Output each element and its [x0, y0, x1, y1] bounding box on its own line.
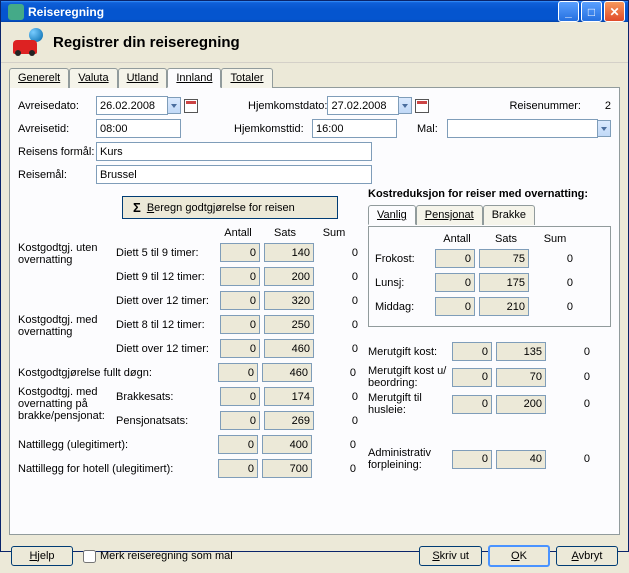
lunsj-antall[interactable] — [435, 273, 475, 292]
hjemkomsttid-label: Hjemkomsttid: — [234, 123, 312, 135]
r7-antall[interactable] — [220, 387, 260, 406]
tab-vanlig[interactable]: Vanlig — [368, 205, 416, 225]
tab-brakke[interactable]: Brakke — [483, 205, 535, 225]
r10-antall[interactable] — [218, 459, 258, 478]
r9-sats[interactable] — [262, 435, 312, 454]
reisenummer-label: Reisenummer: — [509, 100, 581, 112]
calendar-icon[interactable] — [415, 99, 429, 113]
kostreduksjon-title: Kostreduksjon for reiser med overnatting… — [368, 188, 611, 200]
m2-sats[interactable] — [496, 368, 546, 387]
tab-generelt[interactable]: Generelt — [9, 68, 69, 88]
r3-sats[interactable] — [264, 291, 314, 310]
avreisetid-label: Avreisetid: — [18, 123, 96, 135]
header-icon — [11, 28, 43, 56]
r1-sats[interactable] — [264, 243, 314, 262]
mal-label: Mal: — [417, 123, 447, 135]
tab-innland[interactable]: Innland — [167, 68, 221, 88]
calendar-icon[interactable] — [184, 99, 198, 113]
r1-antall[interactable] — [220, 243, 260, 262]
sigma-icon: Σ — [133, 200, 141, 215]
tab-pensjonat[interactable]: Pensjonat — [416, 205, 483, 225]
avreisedato-dropdown[interactable] — [168, 97, 181, 114]
m4-antall[interactable] — [452, 450, 492, 469]
reisenummer-value: 2 — [581, 100, 611, 112]
r5-antall[interactable] — [220, 339, 260, 358]
r7-sats[interactable] — [264, 387, 314, 406]
frokost-sats[interactable] — [479, 249, 529, 268]
m1-antall[interactable] — [452, 342, 492, 361]
reisemal-input[interactable] — [96, 165, 372, 184]
hjemkomsttid-input[interactable] — [312, 119, 397, 138]
grp3-label: Kostgodtgj. med overnatting på brakke/pe… — [18, 386, 116, 434]
hjemkomstdato-label: Hjemkomstdato: — [248, 100, 327, 112]
formal-input[interactable] — [96, 142, 372, 161]
avbryt-button[interactable]: Avbryt — [556, 546, 618, 566]
r8-antall[interactable] — [220, 411, 260, 430]
grp2-label: Kostgodtgj. med overnatting — [18, 314, 116, 362]
maximize-button[interactable]: □ — [581, 1, 602, 22]
hjemkomstdato-input[interactable] — [327, 96, 399, 115]
r6-antall[interactable] — [218, 363, 258, 382]
r5-sats[interactable] — [264, 339, 314, 358]
r6-sats[interactable] — [262, 363, 312, 382]
titlebar[interactable]: Reiseregning _ □ ✕ — [1, 1, 628, 22]
skrivut-button[interactable]: Skriv ut — [419, 546, 482, 566]
page-title: Registrer din reiseregning — [53, 34, 240, 51]
hjelp-button[interactable]: Hjelp — [11, 546, 73, 566]
r2-antall[interactable] — [220, 267, 260, 286]
middag-antall[interactable] — [435, 297, 475, 316]
mal-input[interactable] — [447, 119, 598, 138]
avreisedato-label: Avreisedato: — [18, 100, 96, 112]
r3-antall[interactable] — [220, 291, 260, 310]
lunsj-sats[interactable] — [479, 273, 529, 292]
r8-sats[interactable] — [264, 411, 314, 430]
beregn-button[interactable]: Σ Beregn godtgjørelse for reisen — [122, 196, 338, 219]
m1-sats[interactable] — [496, 342, 546, 361]
frokost-antall[interactable] — [435, 249, 475, 268]
mal-dropdown[interactable] — [598, 120, 611, 137]
avreisedato-input[interactable] — [96, 96, 168, 115]
tab-valuta[interactable]: Valuta — [69, 68, 117, 88]
grp1-label: Kostgodtgj. uten overnatting — [18, 242, 116, 314]
m3-antall[interactable] — [452, 395, 492, 414]
avreisetid-input[interactable] — [96, 119, 181, 138]
window-title: Reiseregning — [28, 5, 556, 19]
hjemkomstdato-dropdown[interactable] — [399, 97, 412, 114]
r4-antall[interactable] — [220, 315, 260, 334]
reisemal-label: Reisemål: — [18, 169, 96, 181]
app-icon — [8, 4, 24, 20]
minimize-button[interactable]: _ — [558, 1, 579, 22]
r10-sats[interactable] — [262, 459, 312, 478]
tab-utland[interactable]: Utland — [118, 68, 168, 88]
merk-checkbox[interactable]: Merk reiseregning som mal — [83, 550, 233, 563]
close-button[interactable]: ✕ — [604, 1, 625, 22]
formal-label: Reisens formål: — [18, 146, 96, 158]
m3-sats[interactable] — [496, 395, 546, 414]
r9-antall[interactable] — [218, 435, 258, 454]
ok-button[interactable]: OK — [488, 545, 550, 567]
m4-sats[interactable] — [496, 450, 546, 469]
middag-sats[interactable] — [479, 297, 529, 316]
tab-totaler[interactable]: Totaler — [221, 68, 272, 88]
r2-sats[interactable] — [264, 267, 314, 286]
m2-antall[interactable] — [452, 368, 492, 387]
r4-sats[interactable] — [264, 315, 314, 334]
